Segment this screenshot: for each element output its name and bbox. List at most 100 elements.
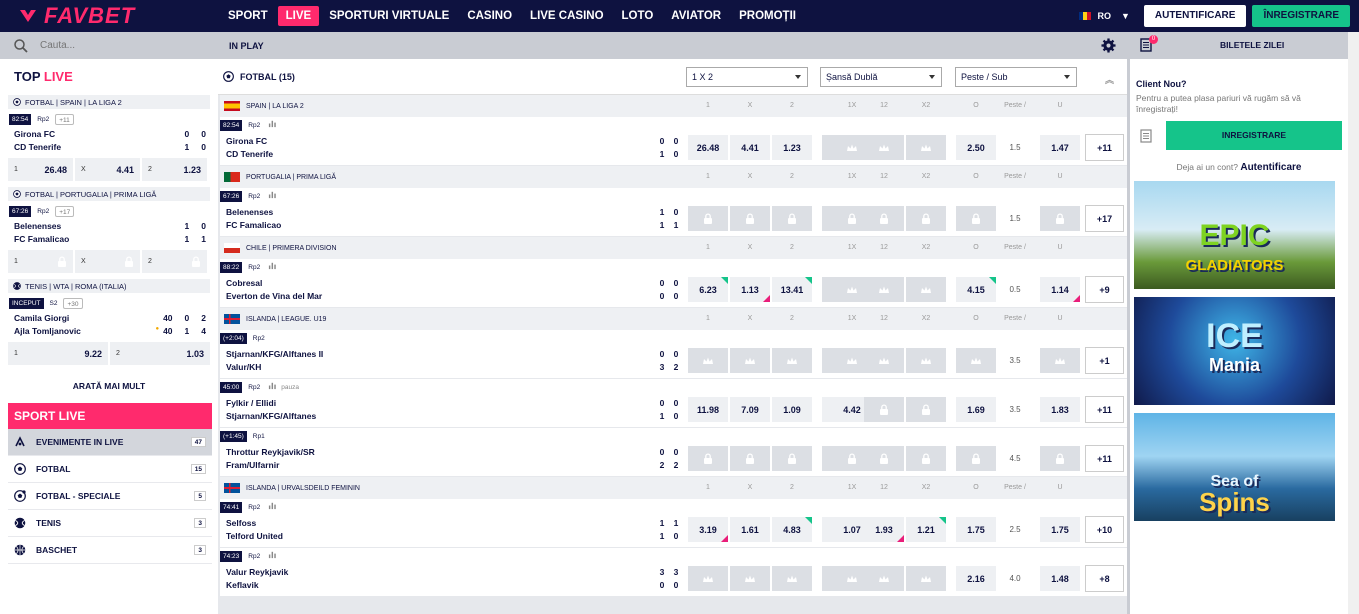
odd-button[interactable]: 1.47 [1040,135,1080,160]
away-team-name[interactable]: Stjarnan/KFG/Alftanes [226,411,316,421]
odd-button[interactable] [906,348,946,373]
page-scrollbar[interactable] [1348,32,1359,614]
odd-button[interactable]: 4.83 [772,517,812,542]
league-header[interactable]: PORTUGALIA | PRIMA LIGĂ 1 X 2 1X 12 X2 O Peste /… [220,166,1128,202]
odd-button[interactable]: 2.16 [956,566,996,591]
odd-button[interactable] [730,348,770,373]
odd-button[interactable] [688,566,728,591]
odd-button[interactable] [906,277,946,302]
market-select-1x2[interactable]: 1 X 2 [686,67,808,87]
romania-flag-icon[interactable] [1079,12,1092,20]
league-header[interactable]: SPAIN | LA LIGA 21X21X12X2OPeste / SubU [220,95,1128,131]
register-button[interactable]: ÎNREGISTRARE [1252,5,1350,27]
home-team-name[interactable]: Valur Reykjavik [226,567,288,577]
odd-button[interactable] [730,446,770,471]
login-button[interactable]: AUTENTIFICARE [1143,5,1247,27]
sea-of-spins-banner[interactable]: Sea of Spins [1134,413,1335,521]
away-team-name[interactable]: Fram/Ulfarnir [226,460,279,470]
odd-button[interactable] [1040,446,1080,471]
login-link[interactable]: Autentificare [1240,162,1301,173]
chevron-down-icon[interactable]: ▼ [1121,11,1130,21]
home-team-name[interactable]: Cobresal [226,278,262,288]
away-team-name[interactable]: Valur/KH [226,362,261,372]
odd-button[interactable]: 1.69 [956,397,996,422]
odd-button[interactable]: 2.50 [956,135,996,160]
top-live-odd-button[interactable]: 2 1.23 [142,158,207,181]
more-markets-button[interactable]: +11 [1085,134,1124,161]
odd-button[interactable]: 3.19 [688,517,728,542]
odd-button[interactable] [864,277,904,302]
nav-item-live-casino[interactable]: LIVE CASINO [522,6,611,26]
match-row[interactable]: 74:23 Rp2 Valur Reykjavik Keflavik 3 0 3 0 2.16 4… [220,548,1128,597]
away-team-name[interactable]: Telford United [226,531,283,541]
away-team-name[interactable]: CD Tenerife [226,149,273,159]
stats-icon[interactable] [268,381,277,393]
more-markets-button[interactable]: +10 [1085,516,1124,543]
nav-item-sporturi-virtuale[interactable]: SPORTURI VIRTUALE [321,6,457,26]
odd-button[interactable]: 1.23 [772,135,812,160]
top-live-odd-button[interactable]: X [75,250,140,273]
nav-item-live[interactable]: LIVE [277,6,320,26]
stats-icon[interactable] [268,119,277,131]
language-selector[interactable]: RO [1097,11,1111,21]
odd-button[interactable] [772,348,812,373]
home-team-name[interactable]: Throttur Reykjavik/SR [226,447,315,457]
league-header[interactable]: CHILE | PRIMERA DIVISION 1 X 2 1X 12 X2 O Peste … [220,237,1128,273]
top-live-odd-button[interactable]: 2 1.03 [110,342,210,365]
match-row[interactable]: (+2:04) Rp2 Stjarnan/KFG/Alftanes II Valur/… [220,330,1128,379]
away-team-name[interactable]: Everton de Vina del Mar [226,291,322,301]
stats-icon[interactable] [268,501,277,513]
odd-button[interactable]: 11.98 [688,397,728,422]
odd-button[interactable] [772,446,812,471]
odd-button[interactable]: 4.15 [956,277,996,302]
match-row[interactable]: 88:22 Rp2 Cobresal Everton de Vina del Mar 0… [220,259,1128,308]
home-team-name[interactable]: Stjarnan/KFG/Alftanes II [226,349,323,359]
match-row[interactable]: 45:00 Rp2 pauza Fylkir / Ellidi Stjarnan/KFG… [220,379,1128,428]
odd-button[interactable]: 1.09 [772,397,812,422]
search-icon[interactable] [14,38,28,53]
stats-icon[interactable] [268,261,277,273]
market-select-double-chance[interactable]: Șansă Dublă [820,67,942,87]
league-header[interactable]: ISLANDA | URVALSDEILD FEMININ 1 X 2 1X 12 X2 O P… [220,477,1128,513]
market-select-over-under[interactable]: Peste / Sub [955,67,1077,87]
home-team-name[interactable]: Belenenses [226,207,273,217]
more-markets-button[interactable]: +1 [1085,347,1124,374]
nav-item-loto[interactable]: LOTO [614,6,662,26]
home-team-name[interactable]: Selfoss [226,518,256,528]
sport-live-item-evenimente-in-live[interactable]: EVENIMENTE IN LIVE 47 [8,429,212,456]
stats-icon[interactable] [268,550,277,562]
gear-icon[interactable] [1101,38,1116,53]
sport-live-item-tenis[interactable]: TENIS 3 [8,510,212,537]
top-live-card[interactable]: FOTBAL | PORTUGALIA | PRIMA LIGĂ 67:26 R… [8,187,210,273]
ice-mania-banner[interactable]: ICE Mania [1134,297,1335,405]
odd-button[interactable] [688,446,728,471]
match-row[interactable]: 74:41 Rp2 Selfoss Telford United 1 1 1 0 3.19 1.6… [220,499,1128,548]
odd-button[interactable]: 1.21 [906,517,946,542]
odd-button[interactable] [956,446,996,471]
odd-button[interactable] [864,397,904,422]
epic-gladiators-banner[interactable]: EPIC GLADIATORS [1134,181,1335,289]
top-live-odd-button[interactable]: X 4.41 [75,158,140,181]
odd-button[interactable] [906,397,946,422]
odd-button[interactable] [864,135,904,160]
odd-button[interactable]: 6.23 [688,277,728,302]
away-team-name[interactable]: Keflavik [226,580,259,590]
top-live-odd-button[interactable]: 1 26.48 [8,158,73,181]
odd-button[interactable] [688,206,728,231]
match-row[interactable]: (+1:45) Rp1 Throttur Reykjavik/SR Fram/Ulfa… [220,428,1128,477]
match-row[interactable]: 67:26 Rp2 Belenenses FC Famalicao 1 1 0 1 1.5 +17 [220,188,1128,237]
more-markets-badge[interactable]: +11 [55,113,74,125]
odd-button[interactable]: 13.41 [772,277,812,302]
odd-button[interactable] [864,206,904,231]
odd-button[interactable]: 1.75 [956,517,996,542]
odd-button[interactable] [864,348,904,373]
nav-item-aviator[interactable]: AVIATOR [663,6,729,26]
more-markets-button[interactable]: +9 [1085,276,1124,303]
more-markets-button[interactable]: +11 [1085,445,1124,472]
odd-button[interactable] [688,348,728,373]
odd-button[interactable] [956,348,996,373]
show-more-button[interactable]: ARATĂ MAI MULT [0,371,218,401]
top-live-card[interactable]: TENIS | WTA | ROMA (ITALIA) INCEPUT S2 +… [8,279,210,365]
sport-live-item-fotbal[interactable]: FOTBAL 15 [8,456,212,483]
odd-button[interactable]: 4.41 [730,135,770,160]
